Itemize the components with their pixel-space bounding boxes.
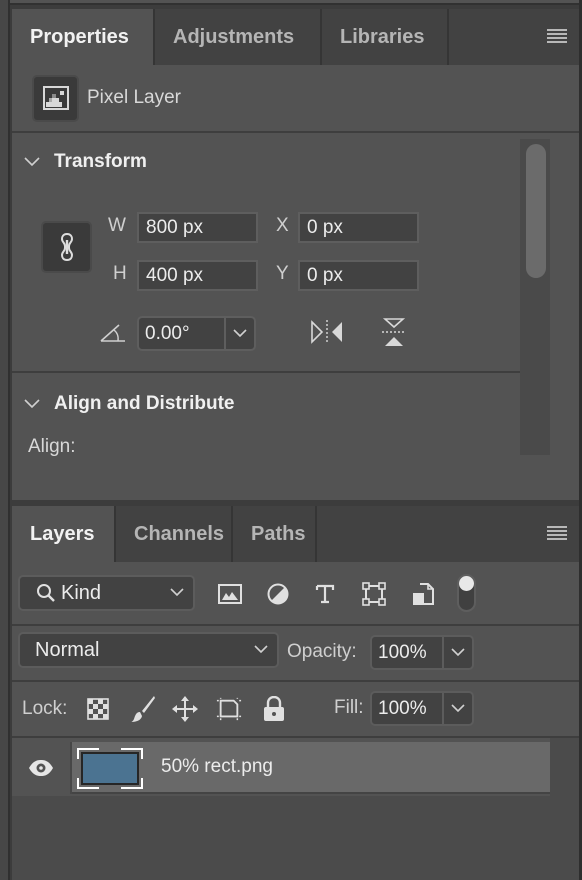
filter-kind-label: Kind — [61, 581, 102, 604]
image-filter-icon[interactable] — [217, 583, 243, 605]
chevron-down-icon — [451, 704, 465, 713]
flip-vertical-icon[interactable] — [380, 317, 408, 349]
chevron-down-icon — [170, 588, 184, 597]
layer-row[interactable]: 50% rect.png — [12, 742, 550, 794]
angle-icon — [100, 324, 125, 342]
align-distribute-title: Align and Distribute — [54, 393, 235, 414]
top-panel-edge — [10, 0, 582, 5]
visibility-toggle[interactable] — [12, 742, 72, 794]
chevron-down-icon — [233, 329, 247, 338]
chevron-down-icon — [24, 154, 40, 170]
opacity-dropdown[interactable] — [444, 637, 472, 668]
left-panel-edge — [0, 0, 10, 880]
angle-control: 0.00° — [137, 316, 256, 351]
fill-label: Fill: — [334, 697, 364, 718]
eye-icon — [29, 760, 53, 776]
properties-scrollbar[interactable] — [520, 139, 550, 455]
blend-mode-value: Normal — [35, 638, 100, 661]
chevron-down-icon — [24, 396, 40, 412]
properties-tabbar: Properties Adjustments Libraries — [12, 9, 579, 65]
link-dimensions-button[interactable] — [41, 221, 92, 273]
lock-label: Lock: — [22, 698, 68, 719]
align-distribute-section: Align and Distribute — [24, 393, 235, 415]
type-filter-icon[interactable] — [312, 583, 338, 605]
align-label: Align: — [28, 436, 76, 457]
layer-type-label: Pixel Layer — [87, 87, 181, 108]
scrollbar-thumb[interactable] — [526, 144, 546, 278]
blend-row: Normal Opacity: 100% — [12, 626, 579, 682]
lock-image-pixels-icon[interactable] — [130, 696, 156, 722]
x-input[interactable]: 0 px — [298, 212, 419, 243]
chevron-down-icon — [451, 648, 465, 657]
filter-toggle[interactable] — [457, 574, 476, 612]
layers-scroll-gutter — [550, 738, 579, 880]
search-icon — [37, 584, 55, 602]
selection-corner — [77, 778, 99, 789]
layer-filter-row: Kind — [12, 562, 579, 626]
layer-thumbnail[interactable] — [75, 742, 151, 794]
fill-input[interactable]: 100% — [372, 693, 444, 724]
transform-title: Transform — [54, 151, 147, 172]
x-label: X — [276, 215, 289, 236]
selection-corner — [121, 748, 143, 759]
layers-panel: Layers Channels Paths Kind Normal Opacit… — [12, 506, 579, 880]
height-input[interactable]: 400 px — [137, 260, 258, 291]
opacity-label: Opacity: — [287, 641, 357, 662]
opacity-control: 100% — [370, 635, 474, 670]
tab-properties[interactable]: Properties — [12, 9, 155, 65]
section-divider — [12, 371, 550, 373]
tab-channels[interactable]: Channels — [116, 506, 233, 562]
link-dimensions-icon — [60, 232, 73, 262]
height-label: H — [113, 263, 127, 284]
toggle-knob — [459, 576, 474, 591]
opacity-input[interactable]: 100% — [372, 637, 444, 668]
tab-paths[interactable]: Paths — [233, 506, 317, 562]
chevron-down-icon — [254, 645, 268, 654]
y-input[interactable]: 0 px — [298, 260, 419, 291]
flip-horizontal-icon[interactable] — [310, 318, 344, 346]
adjustment-filter-icon[interactable] — [265, 583, 291, 605]
tab-libraries[interactable]: Libraries — [322, 9, 449, 65]
properties-panel: Properties Adjustments Libraries Pixel L… — [12, 9, 579, 500]
selection-corner — [121, 778, 143, 789]
lock-position-icon[interactable] — [172, 696, 198, 722]
angle-dropdown[interactable] — [226, 318, 254, 349]
lock-artboard-icon[interactable] — [216, 696, 242, 722]
properties-scroll-area: Transform W 800 px X 0 px H 400 px Y 0 p… — [12, 135, 579, 500]
layer-name[interactable]: 50% rect.png — [161, 742, 273, 792]
fill-control: 100% — [370, 691, 474, 726]
shape-filter-icon[interactable] — [361, 582, 387, 606]
selection-corner — [77, 748, 99, 759]
layer-type-row: Pixel Layer — [12, 65, 579, 133]
tab-adjustments[interactable]: Adjustments — [155, 9, 322, 65]
width-input[interactable]: 800 px — [137, 212, 258, 243]
panel-menu-icon[interactable] — [547, 526, 567, 540]
blend-mode-dropdown[interactable]: Normal — [18, 632, 279, 668]
layers-list-empty-area — [12, 796, 550, 880]
lock-all-icon[interactable] — [261, 696, 287, 722]
pixel-layer-icon — [32, 74, 79, 122]
lock-transparent-pixels-icon[interactable] — [85, 696, 111, 722]
align-distribute-header[interactable]: Align and Distribute — [24, 393, 235, 415]
smart-object-filter-icon[interactable] — [410, 583, 436, 605]
width-label: W — [108, 215, 126, 236]
filter-kind-dropdown[interactable]: Kind — [18, 575, 195, 611]
angle-input[interactable]: 0.00° — [139, 318, 226, 349]
layers-tabbar: Layers Channels Paths — [12, 506, 579, 562]
panel-menu-icon[interactable] — [547, 29, 567, 43]
tab-layers[interactable]: Layers — [12, 506, 116, 562]
y-label: Y — [276, 263, 289, 284]
transform-section: Transform W 800 px X 0 px H 400 px Y 0 p… — [24, 151, 544, 351]
fill-dropdown[interactable] — [444, 693, 472, 724]
lock-row: Lock: Fill: 100% — [12, 682, 579, 738]
transform-header[interactable]: Transform — [24, 151, 544, 173]
